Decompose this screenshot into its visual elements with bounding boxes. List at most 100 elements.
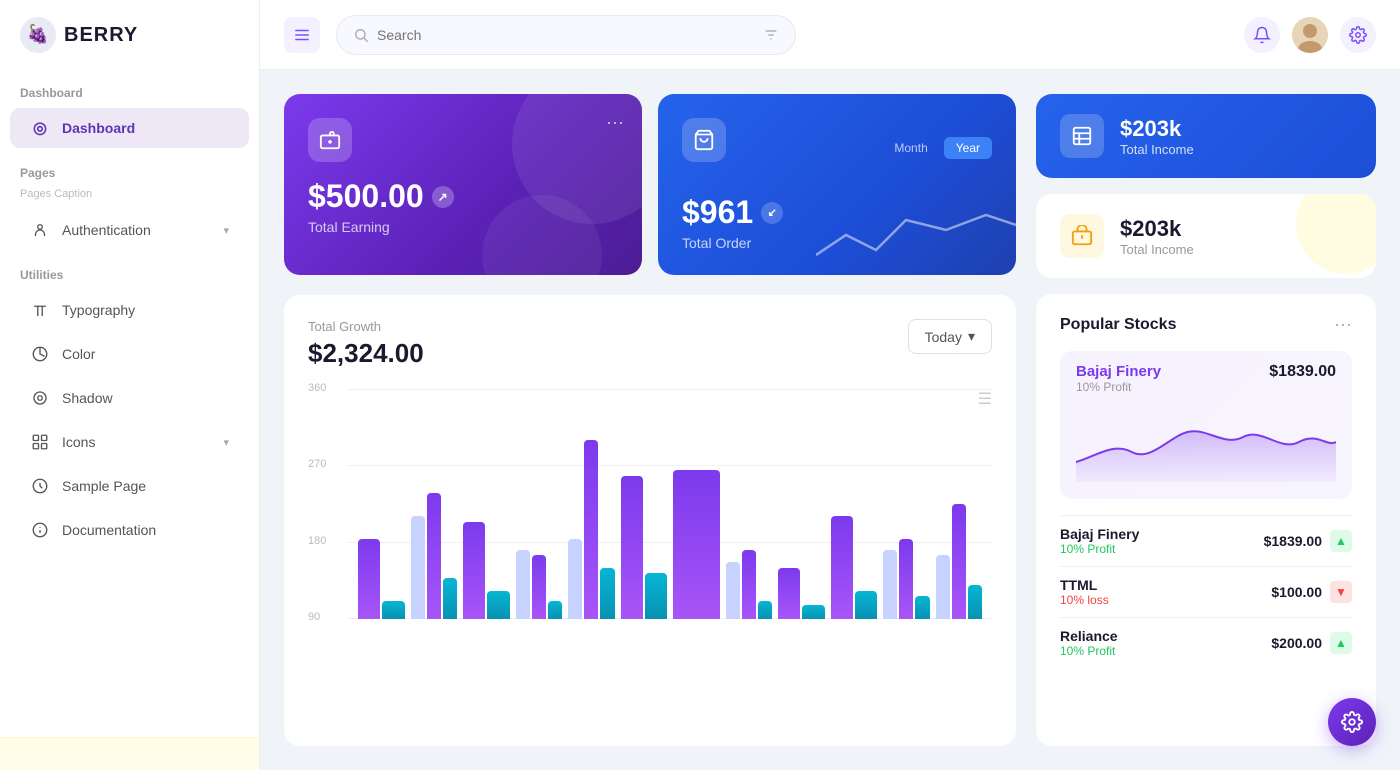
cards-row: ··· $500.00 ↗ Total Earning Month Year	[284, 94, 1016, 275]
featured-stock-price: $1839.00	[1269, 363, 1336, 381]
avatar[interactable]	[1292, 17, 1328, 53]
color-icon	[30, 344, 50, 364]
bar-purple	[742, 550, 756, 619]
sidebar-item-typography[interactable]: Typography	[10, 290, 249, 330]
filter-icon[interactable]	[763, 27, 779, 43]
income-white-amount: $203k	[1120, 216, 1194, 242]
bar-light	[411, 516, 425, 620]
sidebar-item-icons[interactable]: Icons ▾	[10, 422, 249, 462]
right-column: $203k Total Income $203k Total Income Po…	[1036, 94, 1376, 746]
grid-label-180: 180	[308, 535, 326, 547]
featured-stock-top: Bajaj Finery 10% Profit $1839.00	[1076, 363, 1336, 394]
sidebar-item-authentication-label: Authentication	[62, 222, 151, 238]
notification-button[interactable]	[1244, 17, 1280, 53]
bar-group	[831, 389, 878, 619]
stocks-title: Popular Stocks	[1060, 316, 1176, 334]
chart-area: ☰ 360 270 180 90	[308, 389, 992, 649]
documentation-icon	[30, 520, 50, 540]
sidebar-item-documentation[interactable]: Documentation	[10, 510, 249, 550]
bar-purple	[584, 440, 598, 619]
featured-stock-info: Bajaj Finery 10% Profit	[1076, 363, 1161, 394]
bar-group	[358, 389, 405, 619]
sample-page-icon	[30, 476, 50, 496]
wallet-icon	[319, 129, 341, 151]
order-trend-icon: ↙	[761, 202, 783, 224]
order-card-top: Month Year	[682, 118, 992, 178]
income-card-white: $203k Total Income	[1036, 194, 1376, 278]
sidebar-item-sample-page[interactable]: Sample Page	[10, 466, 249, 506]
main-content: ··· $500.00 ↗ Total Earning Month Year	[260, 70, 1400, 770]
bar-group	[673, 389, 720, 619]
bar-teal	[645, 573, 667, 619]
shopping-icon	[693, 129, 715, 151]
sidebar-item-color[interactable]: Color	[10, 334, 249, 374]
order-icon-box	[682, 118, 726, 162]
income-blue-label: Total Income	[1120, 142, 1194, 157]
earning-amount: $500.00 ↗	[308, 178, 618, 215]
bar-purple	[358, 539, 380, 620]
sidebar-item-typography-label: Typography	[62, 302, 135, 318]
featured-stock-svg	[1076, 402, 1336, 482]
bar-group	[516, 389, 563, 619]
order-card: Month Year $961 ↙ Total Order	[658, 94, 1016, 275]
month-toggle-button[interactable]: Month	[882, 137, 939, 159]
bell-icon	[1253, 26, 1271, 44]
income-blue-icon	[1060, 114, 1104, 158]
stock-name: Bajaj Finery	[1060, 526, 1264, 542]
search-input[interactable]	[377, 27, 755, 43]
sidebar-item-dashboard[interactable]: ◎ Dashboard	[10, 108, 249, 148]
bar-teal	[600, 568, 614, 619]
sidebar-item-dashboard-label: Dashboard	[62, 120, 135, 136]
order-toggle: Month Year	[882, 137, 992, 159]
growth-header: Total Growth $2,324.00 Today ▾	[308, 319, 992, 369]
sidebar-item-color-label: Color	[62, 346, 95, 362]
today-button[interactable]: Today ▾	[908, 319, 992, 354]
bar-chart	[358, 389, 982, 619]
stock-arrow-icon: ▲	[1330, 530, 1352, 552]
bar-group	[411, 389, 458, 619]
typography-icon	[30, 300, 50, 320]
stock-profit: 10% Profit	[1060, 542, 1264, 556]
income-card-blue: $203k Total Income	[1036, 94, 1376, 178]
settings-button[interactable]	[1340, 17, 1376, 53]
sidebar-item-shadow-label: Shadow	[62, 390, 113, 406]
bar-light	[883, 550, 897, 619]
icons-chevron: ▾	[223, 436, 229, 449]
stock-list-item: TTML 10% loss $100.00 ▼	[1060, 566, 1352, 617]
year-toggle-button[interactable]: Year	[944, 137, 992, 159]
left-column: ··· $500.00 ↗ Total Earning Month Year	[284, 94, 1016, 746]
bar-purple	[463, 522, 485, 619]
stock-name: TTML	[1060, 577, 1271, 593]
dashboard-icon: ◎	[30, 118, 50, 138]
menu-button[interactable]	[284, 17, 320, 53]
stocks-more-button[interactable]: ···	[1334, 314, 1352, 335]
sidebar-item-documentation-label: Documentation	[62, 522, 156, 538]
fab-settings-icon	[1341, 711, 1363, 733]
earning-more-button[interactable]: ···	[606, 112, 624, 133]
bar-teal	[855, 591, 877, 619]
section-pages-label: Pages	[0, 150, 259, 186]
bar-light	[726, 562, 740, 620]
bar-teal	[968, 585, 982, 620]
stock-info: TTML 10% loss	[1060, 577, 1271, 607]
growth-amount: $2,324.00	[308, 338, 424, 369]
bar-light	[568, 539, 582, 620]
earning-icon-box	[308, 118, 352, 162]
income-white-info: $203k Total Income	[1120, 216, 1194, 257]
sidebar: 🍇 BERRY Dashboard ◎ Dashboard Pages Page…	[0, 0, 260, 770]
income-white-label: Total Income	[1120, 242, 1194, 257]
bar-group	[463, 389, 510, 619]
stock-arrow-icon: ▲	[1330, 632, 1352, 654]
fab-button[interactable]	[1328, 698, 1376, 746]
authentication-icon	[30, 220, 50, 240]
sidebar-item-shadow[interactable]: Shadow	[10, 378, 249, 418]
stock-info: Bajaj Finery 10% Profit	[1060, 526, 1264, 556]
cash-register-icon	[1071, 225, 1093, 247]
bar-purple	[952, 504, 966, 619]
bar-purple	[621, 476, 643, 619]
search-bar	[336, 15, 796, 55]
bar-purple	[778, 568, 800, 619]
sidebar-item-authentication[interactable]: Authentication ▾	[10, 210, 249, 250]
section-pages-caption: Pages Caption	[0, 186, 259, 208]
bar-purple	[532, 555, 546, 619]
